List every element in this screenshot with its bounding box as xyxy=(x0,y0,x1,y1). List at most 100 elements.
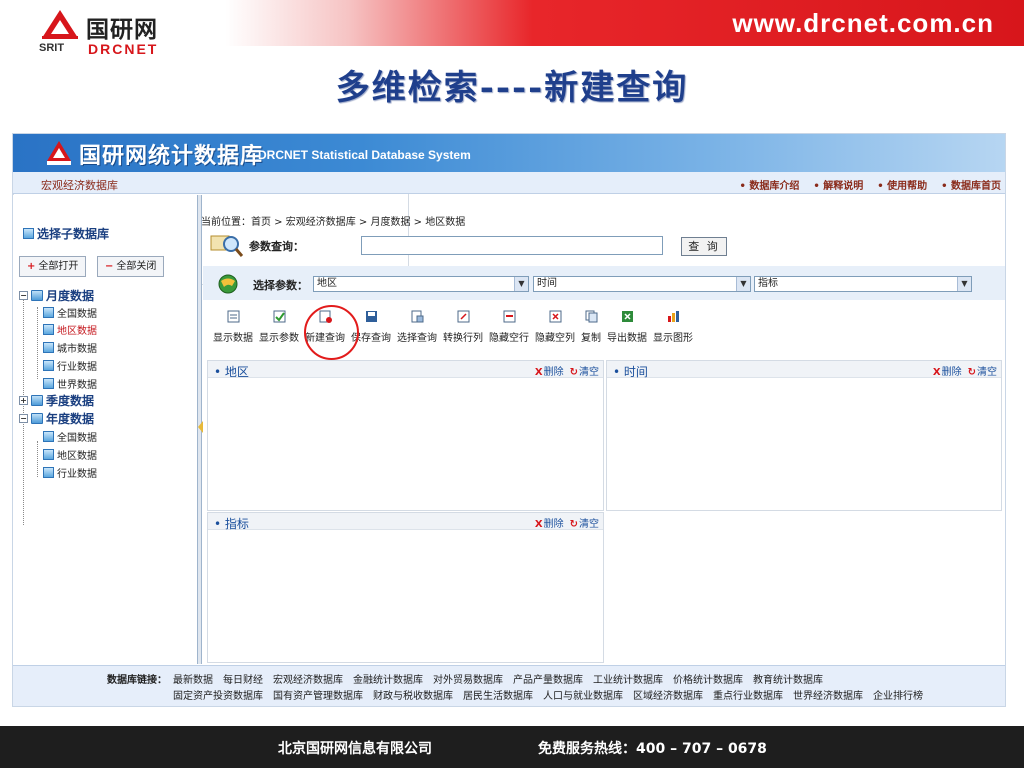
folder-icon xyxy=(31,290,43,301)
breadcrumb: 当前位置：首页 > 宏观经济数据库 > 月度数据 > 地区数据 xyxy=(201,217,466,228)
panel-actions: X删除 ↻清空 xyxy=(933,363,997,378)
chevron-down-icon[interactable]: ▼ xyxy=(957,277,971,291)
hide-rows-icon xyxy=(503,310,515,323)
show-params-button[interactable]: 显示参数 xyxy=(259,310,299,344)
db-link[interactable]: 居民生活数据库 xyxy=(463,687,533,702)
table-icon xyxy=(43,449,54,460)
logo-text-drcnet: DRCNET xyxy=(88,41,159,57)
search-button[interactable]: 查 询 xyxy=(681,237,727,256)
tree-node-quarterly[interactable]: + 季度数据 xyxy=(19,392,94,409)
db-link[interactable]: 金融统计数据库 xyxy=(353,671,423,686)
tree-leaf-monthly-city[interactable]: 城市数据 xyxy=(43,340,97,355)
select-subdatabase: 选择子数据库 xyxy=(23,225,109,242)
panel-actions: X删除 ↻清空 xyxy=(535,363,599,378)
hide-empty-cols-button[interactable]: 隐藏空列 xyxy=(535,310,575,344)
company-name: 北京国研网信息有限公司 xyxy=(278,741,432,757)
db-link[interactable]: 产品产量数据库 xyxy=(513,671,583,686)
slide: 国研网 SRIT DRCNET www.drcnet.com.cn 多维检索--… xyxy=(0,0,1024,768)
db-link[interactable]: 世界经济数据库 xyxy=(793,687,863,702)
link-explanation[interactable]: 解释说明 xyxy=(813,177,863,192)
delete-button[interactable]: X删除 xyxy=(535,515,564,530)
tool-label: 隐藏空列 xyxy=(535,333,575,344)
logo-text-cn: 国研网 xyxy=(86,16,158,43)
tree-leaf-annual-industry[interactable]: 行业数据 xyxy=(43,465,97,480)
indicator-dropdown[interactable]: 指标 ▼ xyxy=(754,276,972,292)
collapse-toggle-icon[interactable]: − xyxy=(19,291,28,300)
time-panel: 时间 X删除 ↻清空 xyxy=(606,360,1002,511)
panel-header: 地区 X删除 ↻清空 xyxy=(208,361,603,379)
export-data-button[interactable]: 导出数据 xyxy=(607,310,647,344)
delete-button[interactable]: X删除 xyxy=(933,363,962,378)
copy-button[interactable]: 复制 xyxy=(581,310,601,344)
table-icon xyxy=(43,324,54,335)
clear-label: 清空 xyxy=(579,519,599,530)
panel-header: 指标 X删除 ↻清空 xyxy=(208,513,603,531)
chevron-down-icon[interactable]: ▼ xyxy=(736,277,750,291)
table-icon xyxy=(43,307,54,318)
db-link[interactable]: 人口与就业数据库 xyxy=(543,687,623,702)
tree-node-monthly[interactable]: − 月度数据 xyxy=(19,287,94,304)
show-chart-button[interactable]: 显示图形 xyxy=(653,310,693,344)
panel-title: 时间 xyxy=(613,363,648,380)
show-data-button[interactable]: 显示数据 xyxy=(213,310,253,344)
db-link[interactable]: 区域经济数据库 xyxy=(633,687,703,702)
clear-button[interactable]: ↻清空 xyxy=(570,515,599,530)
db-link[interactable]: 价格统计数据库 xyxy=(673,671,743,686)
delete-label: 删除 xyxy=(543,519,564,530)
tool-label: 复制 xyxy=(581,333,601,344)
toolbar: 显示数据 显示参数 新建查询 保存查询 选择查询 转换行列 隐藏空行 隐藏空列 … xyxy=(213,310,699,344)
select-db-label: 选择子数据库 xyxy=(37,227,110,241)
tree-leaf-annual-national[interactable]: 全国数据 xyxy=(43,429,97,444)
collapse-toggle-icon[interactable]: − xyxy=(19,414,28,423)
time-dropdown[interactable]: 时间 ▼ xyxy=(533,276,751,292)
minus-icon: − xyxy=(105,261,114,272)
link-db-home[interactable]: 数据库首页 xyxy=(941,177,1001,192)
param-query-label: 参数查询： xyxy=(249,240,304,253)
tool-label: 显示图形 xyxy=(653,333,693,344)
tree-guide xyxy=(37,307,38,379)
param-query-input[interactable] xyxy=(361,236,663,255)
tree-leaf-monthly-industry[interactable]: 行业数据 xyxy=(43,358,97,373)
db-link[interactable]: 对外贸易数据库 xyxy=(433,671,503,686)
module-name[interactable]: 宏观经济数据库 xyxy=(41,177,118,193)
tree-leaf-monthly-regional[interactable]: 地区数据 xyxy=(43,322,97,337)
db-link[interactable]: 固定资产投资数据库 xyxy=(173,687,263,702)
hide-empty-rows-button[interactable]: 隐藏空行 xyxy=(489,310,529,344)
db-link[interactable]: 宏观经济数据库 xyxy=(273,671,343,686)
tree-leaf-annual-regional[interactable]: 地区数据 xyxy=(43,447,97,462)
indicator-dropdown-value: 指标 xyxy=(758,278,778,289)
chevron-down-icon[interactable]: ▼ xyxy=(514,277,528,291)
sheet-icon xyxy=(227,310,239,323)
time-dropdown-value: 时间 xyxy=(537,278,557,289)
sidebar-collapse-arrow-icon[interactable] xyxy=(198,421,203,433)
app-banner: 国研网统计数据库 DRCNET Statistical Database Sys… xyxy=(13,134,1005,172)
db-link[interactable]: 财政与税收数据库 xyxy=(373,687,453,702)
db-link[interactable]: 每日财经 xyxy=(223,671,263,686)
db-link[interactable]: 重点行业数据库 xyxy=(713,687,783,702)
tree-leaf-monthly-world[interactable]: 世界数据 xyxy=(43,376,97,391)
db-link[interactable]: 企业排行榜 xyxy=(873,687,923,702)
region-dropdown[interactable]: 地区 ▼ xyxy=(313,276,529,292)
db-link[interactable]: 教育统计数据库 xyxy=(753,671,823,686)
database-app-window: 国研网统计数据库 DRCNET Statistical Database Sys… xyxy=(12,133,1006,707)
tree-guide xyxy=(37,441,38,477)
db-link[interactable]: 最新数据 xyxy=(173,671,213,686)
select-query-button[interactable]: 选择查询 xyxy=(397,310,437,344)
clear-label: 清空 xyxy=(977,367,997,378)
collapse-all-button[interactable]: − 全部关闭 xyxy=(97,256,165,277)
tree-leaf-label: 城市数据 xyxy=(57,344,97,355)
select-params-label: 选择参数： xyxy=(253,279,308,292)
db-link[interactable]: 工业统计数据库 xyxy=(593,671,663,686)
transpose-button[interactable]: 转换行列 xyxy=(443,310,483,344)
table-icon xyxy=(43,360,54,371)
clear-button[interactable]: ↻清空 xyxy=(968,363,997,378)
link-help[interactable]: 使用帮助 xyxy=(877,177,927,192)
tree-leaf-monthly-national[interactable]: 全国数据 xyxy=(43,305,97,320)
tree-node-annual[interactable]: − 年度数据 xyxy=(19,410,94,427)
delete-button[interactable]: X删除 xyxy=(535,363,564,378)
link-db-intro[interactable]: 数据库介绍 xyxy=(740,177,799,192)
db-link[interactable]: 国有资产管理数据库 xyxy=(273,687,363,702)
expand-toggle-icon[interactable]: + xyxy=(19,396,28,405)
clear-button[interactable]: ↻清空 xyxy=(570,363,599,378)
expand-all-button[interactable]: + 全部打开 xyxy=(19,256,87,277)
